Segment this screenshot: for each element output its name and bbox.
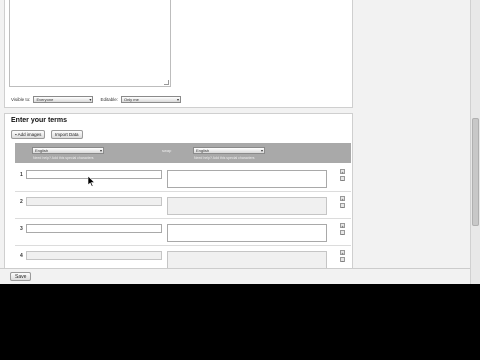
image-icon: ▪ bbox=[15, 132, 17, 137]
definition-language-value: English bbox=[196, 148, 210, 153]
row-actions: + – bbox=[340, 196, 345, 209]
scrollbar-thumb[interactable] bbox=[472, 118, 479, 226]
chevron-down-icon: ▾ bbox=[99, 148, 102, 153]
plus-icon[interactable]: + bbox=[340, 196, 345, 202]
visible-select[interactable]: Everyone ▾ bbox=[33, 96, 94, 103]
vertical-scrollbar[interactable] bbox=[470, 0, 480, 284]
row-number: 4 bbox=[20, 253, 23, 259]
definition-input[interactable] bbox=[167, 170, 327, 188]
term-input[interactable] bbox=[26, 197, 162, 206]
minus-icon[interactable]: – bbox=[340, 203, 345, 209]
definition-language-select[interactable]: English ▾ bbox=[193, 147, 265, 154]
terms-title: Enter your terms bbox=[11, 117, 68, 124]
row-number: 3 bbox=[20, 226, 23, 232]
minus-icon[interactable]: – bbox=[340, 257, 345, 263]
term-row: 2 + – bbox=[15, 192, 351, 219]
editable-select[interactable]: Only me ▾ bbox=[120, 96, 181, 103]
term-language-value: English bbox=[35, 148, 49, 153]
import-data-label: Import Data bbox=[55, 132, 79, 137]
minus-icon[interactable]: – bbox=[340, 230, 345, 236]
term-language-help[interactable]: Need help? Add this special characters bbox=[33, 156, 94, 160]
chevron-down-icon: ▾ bbox=[260, 148, 263, 153]
minus-icon[interactable]: – bbox=[340, 176, 345, 182]
row-actions: + – bbox=[340, 169, 345, 182]
swap-languages-button[interactable]: swap bbox=[162, 148, 171, 153]
description-textarea[interactable] bbox=[9, 0, 171, 87]
plus-icon[interactable]: + bbox=[340, 169, 345, 175]
row-number: 1 bbox=[20, 172, 23, 178]
terms-panel: Enter your terms ▪ Add images Import Dat… bbox=[4, 113, 353, 273]
editable-label: Editable: bbox=[100, 97, 118, 102]
plus-icon[interactable]: + bbox=[340, 223, 345, 229]
term-input[interactable] bbox=[26, 251, 162, 260]
visibility-row: Visible to: Everyone ▾ Editable: Only me… bbox=[11, 96, 181, 103]
chevron-down-icon: ▾ bbox=[176, 97, 179, 102]
resize-grip-icon[interactable] bbox=[164, 80, 169, 85]
row-actions: + – bbox=[340, 223, 345, 236]
mouse-pointer-icon bbox=[88, 176, 96, 187]
chevron-down-icon: ▾ bbox=[89, 97, 92, 102]
add-images-button[interactable]: ▪ Add images bbox=[11, 130, 46, 139]
add-images-label: Add images bbox=[17, 132, 42, 137]
definition-language-help[interactable]: Need help? Add this special characters bbox=[194, 156, 255, 160]
visible-label: Visible to: bbox=[11, 97, 31, 102]
action-bar: Save bbox=[0, 268, 471, 284]
set-details-panel: Visible to: Everyone ▾ Editable: Only me… bbox=[4, 0, 353, 108]
plus-icon[interactable]: + bbox=[340, 250, 345, 256]
term-input[interactable] bbox=[26, 224, 162, 233]
save-button[interactable]: Save bbox=[10, 272, 32, 281]
definition-input[interactable] bbox=[167, 251, 327, 269]
row-number: 2 bbox=[20, 199, 23, 205]
term-language-select[interactable]: English ▾ bbox=[32, 147, 104, 154]
term-row: 3 + – bbox=[15, 219, 351, 246]
row-actions: + – bbox=[340, 250, 345, 263]
language-bar: English ▾ Need help? Add this special ch… bbox=[15, 143, 351, 163]
definition-input[interactable] bbox=[167, 197, 327, 215]
browser-viewport: Visible to: Everyone ▾ Editable: Only me… bbox=[0, 0, 480, 284]
editable-select-value: Only me bbox=[123, 97, 139, 102]
term-row: 1 + – bbox=[15, 165, 351, 192]
definition-input[interactable] bbox=[167, 224, 327, 242]
visible-select-value: Everyone bbox=[36, 97, 54, 102]
import-data-button[interactable]: Import Data bbox=[51, 130, 83, 139]
